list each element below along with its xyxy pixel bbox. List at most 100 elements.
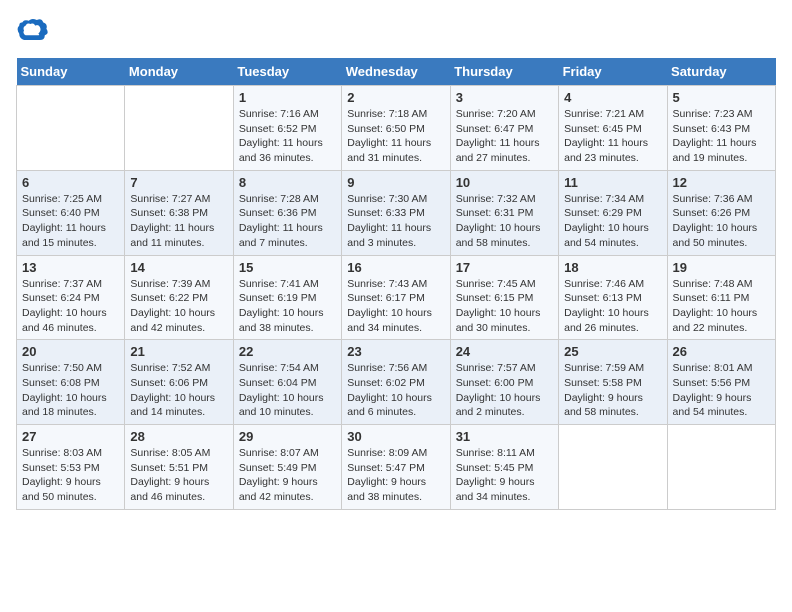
calendar-table: SundayMondayTuesdayWednesdayThursdayFrid…: [16, 58, 776, 510]
calendar-week-3: 13 Sunrise: 7:37 AM Sunset: 6:24 PM Dayli…: [17, 255, 776, 340]
logo-icon: [16, 16, 48, 48]
calendar-cell: 29Sunrise: 8:07 AM Sunset: 5:49 PM Dayli…: [233, 425, 341, 510]
day-detail: Sunrise: 7:37 AM Sunset: 6:24 PM Dayligh…: [22, 277, 119, 336]
day-detail: Sunrise: 7:45 AM Sunset: 6:15 PM Dayligh…: [456, 277, 553, 336]
day-number: 18: [564, 260, 661, 275]
day-number: 21: [130, 344, 227, 359]
day-detail: Sunrise: 7:48 AM Sunset: 6:11 PM Dayligh…: [673, 277, 770, 336]
calendar-cell: 28 Sunrise: 8:05 AM Sunset: 5:51 PM Dayli…: [125, 425, 233, 510]
day-number: 2: [347, 90, 444, 105]
day-detail: Sunrise: 8:03 AM Sunset: 5:53 PM Dayligh…: [22, 446, 119, 505]
day-number: 6: [22, 175, 119, 190]
calendar-cell: 1Sunrise: 7:16 AM Sunset: 6:52 PM Daylig…: [233, 86, 341, 171]
calendar-cell: 20 Sunrise: 7:50 AM Sunset: 6:08 PM Dayli…: [17, 340, 125, 425]
day-number: 27: [22, 429, 119, 444]
calendar-cell: 24 Sunrise: 7:57 AM Sunset: 6:00 PM Dayli…: [450, 340, 558, 425]
day-number: 19: [673, 260, 770, 275]
calendar-cell: 30 Sunrise: 8:09 AM Sunset: 5:47 PM Dayli…: [342, 425, 450, 510]
day-number: 9: [347, 175, 444, 190]
day-number: 11: [564, 175, 661, 190]
day-detail: Sunrise: 7:23 AM Sunset: 6:43 PM Dayligh…: [673, 107, 770, 166]
day-number: 20: [22, 344, 119, 359]
calendar-cell: 4 Sunrise: 7:21 AM Sunset: 6:45 PM Daylig…: [559, 86, 667, 171]
day-detail: Sunrise: 8:01 AM Sunset: 5:56 PM Dayligh…: [673, 361, 770, 420]
calendar-cell: 27 Sunrise: 8:03 AM Sunset: 5:53 PM Dayli…: [17, 425, 125, 510]
logo: [16, 16, 52, 48]
calendar-cell: [125, 86, 233, 171]
calendar-cell: 7Sunrise: 7:27 AM Sunset: 6:38 PM Daylig…: [125, 170, 233, 255]
day-detail: Sunrise: 7:43 AM Sunset: 6:17 PM Dayligh…: [347, 277, 444, 336]
day-detail: Sunrise: 7:32 AM Sunset: 6:31 PM Dayligh…: [456, 192, 553, 251]
day-detail: Sunrise: 7:52 AM Sunset: 6:06 PM Dayligh…: [130, 361, 227, 420]
weekday-header-wednesday: Wednesday: [342, 58, 450, 86]
day-number: 4: [564, 90, 661, 105]
day-detail: Sunrise: 7:56 AM Sunset: 6:02 PM Dayligh…: [347, 361, 444, 420]
day-detail: Sunrise: 7:18 AM Sunset: 6:50 PM Dayligh…: [347, 107, 444, 166]
day-number: 24: [456, 344, 553, 359]
calendar-cell: 22Sunrise: 7:54 AM Sunset: 6:04 PM Dayli…: [233, 340, 341, 425]
calendar-cell: 23 Sunrise: 7:56 AM Sunset: 6:02 PM Dayli…: [342, 340, 450, 425]
calendar-cell: [559, 425, 667, 510]
calendar-cell: 25Sunrise: 7:59 AM Sunset: 5:58 PM Dayli…: [559, 340, 667, 425]
day-number: 3: [456, 90, 553, 105]
calendar-cell: 26 Sunrise: 8:01 AM Sunset: 5:56 PM Dayli…: [667, 340, 775, 425]
day-number: 17: [456, 260, 553, 275]
weekday-header-row: SundayMondayTuesdayWednesdayThursdayFrid…: [17, 58, 776, 86]
day-detail: Sunrise: 7:36 AM Sunset: 6:26 PM Dayligh…: [673, 192, 770, 251]
day-detail: Sunrise: 8:09 AM Sunset: 5:47 PM Dayligh…: [347, 446, 444, 505]
day-number: 22: [239, 344, 336, 359]
day-number: 12: [673, 175, 770, 190]
calendar-cell: 9 Sunrise: 7:30 AM Sunset: 6:33 PM Daylig…: [342, 170, 450, 255]
day-detail: Sunrise: 7:57 AM Sunset: 6:00 PM Dayligh…: [456, 361, 553, 420]
day-number: 26: [673, 344, 770, 359]
day-detail: Sunrise: 7:46 AM Sunset: 6:13 PM Dayligh…: [564, 277, 661, 336]
day-number: 13: [22, 260, 119, 275]
day-detail: Sunrise: 7:25 AM Sunset: 6:40 PM Dayligh…: [22, 192, 119, 251]
calendar-cell: [17, 86, 125, 171]
calendar-cell: 18 Sunrise: 7:46 AM Sunset: 6:13 PM Dayli…: [559, 255, 667, 340]
day-number: 5: [673, 90, 770, 105]
day-detail: Sunrise: 7:30 AM Sunset: 6:33 PM Dayligh…: [347, 192, 444, 251]
weekday-header-sunday: Sunday: [17, 58, 125, 86]
day-number: 7: [130, 175, 227, 190]
day-detail: Sunrise: 8:05 AM Sunset: 5:51 PM Dayligh…: [130, 446, 227, 505]
calendar-cell: 13 Sunrise: 7:37 AM Sunset: 6:24 PM Dayli…: [17, 255, 125, 340]
day-detail: Sunrise: 7:34 AM Sunset: 6:29 PM Dayligh…: [564, 192, 661, 251]
calendar-cell: 6 Sunrise: 7:25 AM Sunset: 6:40 PM Daylig…: [17, 170, 125, 255]
weekday-header-friday: Friday: [559, 58, 667, 86]
day-number: 31: [456, 429, 553, 444]
calendar-week-1: 1Sunrise: 7:16 AM Sunset: 6:52 PM Daylig…: [17, 86, 776, 171]
day-number: 8: [239, 175, 336, 190]
calendar-cell: 31 Sunrise: 8:11 AM Sunset: 5:45 PM Dayli…: [450, 425, 558, 510]
day-detail: Sunrise: 7:41 AM Sunset: 6:19 PM Dayligh…: [239, 277, 336, 336]
calendar-cell: 3Sunrise: 7:20 AM Sunset: 6:47 PM Daylig…: [450, 86, 558, 171]
weekday-header-monday: Monday: [125, 58, 233, 86]
calendar-week-5: 27 Sunrise: 8:03 AM Sunset: 5:53 PM Dayli…: [17, 425, 776, 510]
calendar-cell: 15Sunrise: 7:41 AM Sunset: 6:19 PM Dayli…: [233, 255, 341, 340]
calendar-cell: 8Sunrise: 7:28 AM Sunset: 6:36 PM Daylig…: [233, 170, 341, 255]
day-number: 25: [564, 344, 661, 359]
calendar-cell: 11 Sunrise: 7:34 AM Sunset: 6:29 PM Dayli…: [559, 170, 667, 255]
day-number: 29: [239, 429, 336, 444]
calendar-cell: 21 Sunrise: 7:52 AM Sunset: 6:06 PM Dayli…: [125, 340, 233, 425]
day-number: 16: [347, 260, 444, 275]
day-number: 23: [347, 344, 444, 359]
calendar-cell: 10Sunrise: 7:32 AM Sunset: 6:31 PM Dayli…: [450, 170, 558, 255]
day-number: 28: [130, 429, 227, 444]
calendar-cell: [667, 425, 775, 510]
calendar-week-2: 6 Sunrise: 7:25 AM Sunset: 6:40 PM Daylig…: [17, 170, 776, 255]
calendar-cell: 17 Sunrise: 7:45 AM Sunset: 6:15 PM Dayli…: [450, 255, 558, 340]
day-number: 1: [239, 90, 336, 105]
day-number: 14: [130, 260, 227, 275]
weekday-header-thursday: Thursday: [450, 58, 558, 86]
calendar-cell: 16 Sunrise: 7:43 AM Sunset: 6:17 PM Dayli…: [342, 255, 450, 340]
day-detail: Sunrise: 7:21 AM Sunset: 6:45 PM Dayligh…: [564, 107, 661, 166]
day-detail: Sunrise: 8:11 AM Sunset: 5:45 PM Dayligh…: [456, 446, 553, 505]
weekday-header-saturday: Saturday: [667, 58, 775, 86]
calendar-cell: 5 Sunrise: 7:23 AM Sunset: 6:43 PM Daylig…: [667, 86, 775, 171]
day-detail: Sunrise: 7:50 AM Sunset: 6:08 PM Dayligh…: [22, 361, 119, 420]
calendar-week-4: 20 Sunrise: 7:50 AM Sunset: 6:08 PM Dayli…: [17, 340, 776, 425]
weekday-header-tuesday: Tuesday: [233, 58, 341, 86]
calendar-cell: 2 Sunrise: 7:18 AM Sunset: 6:50 PM Daylig…: [342, 86, 450, 171]
day-number: 30: [347, 429, 444, 444]
